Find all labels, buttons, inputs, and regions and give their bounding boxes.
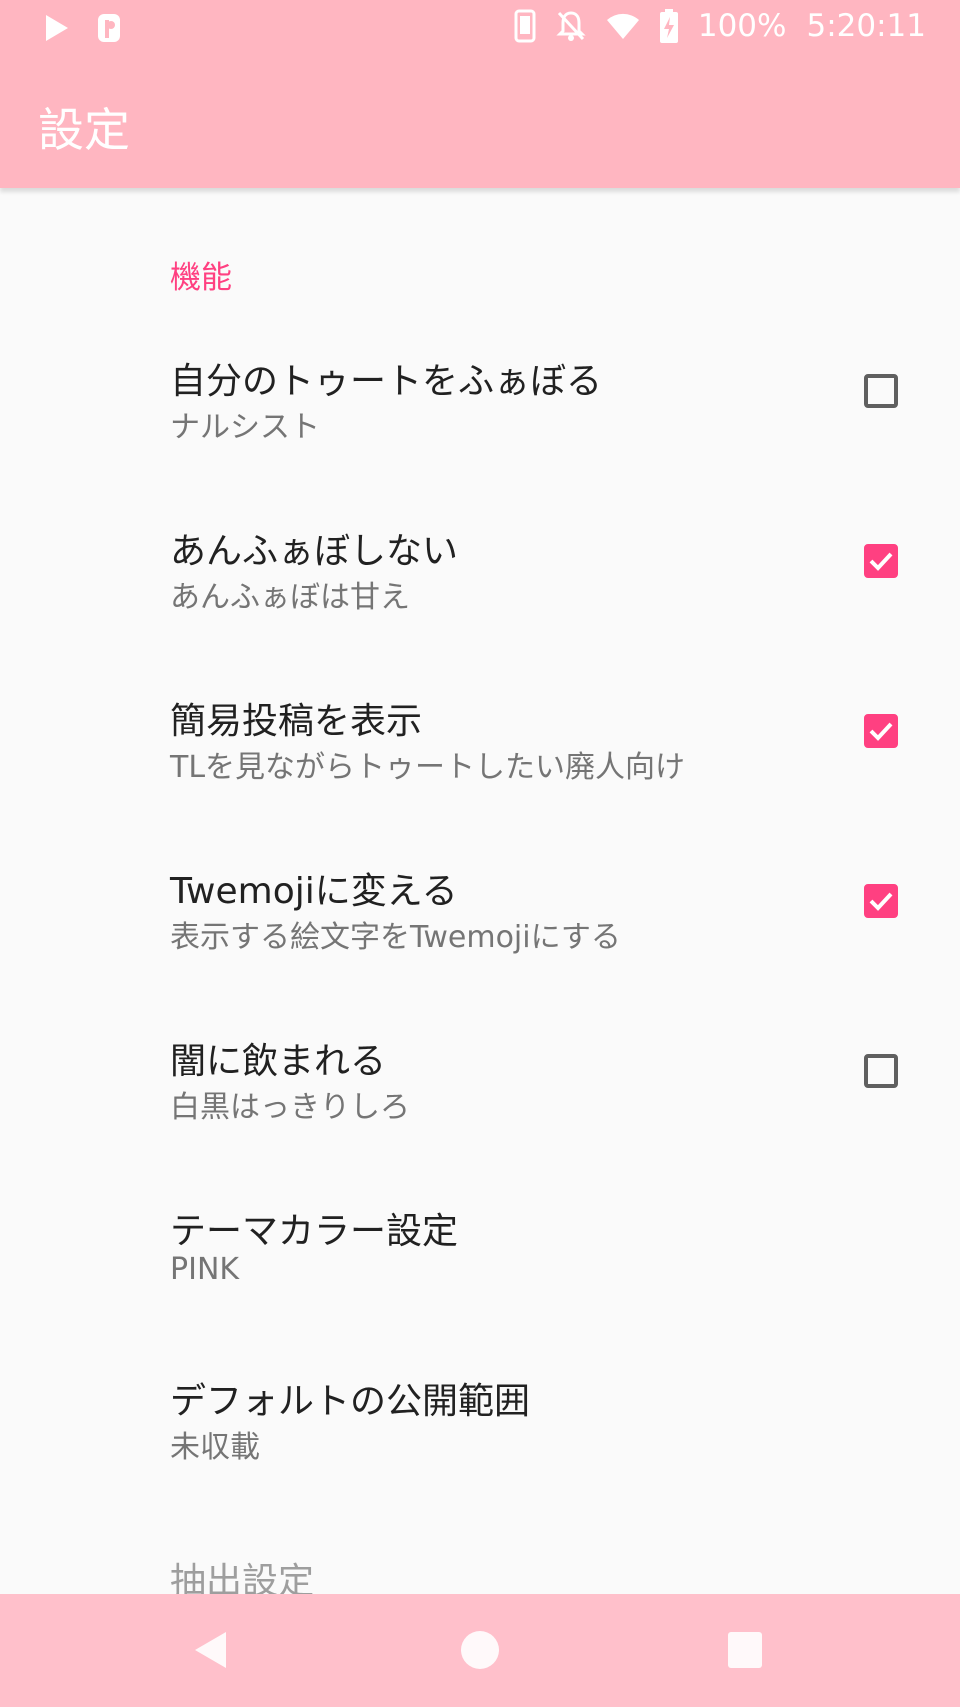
wifi-icon xyxy=(606,13,639,40)
pref-quick-post[interactable]: 簡易投稿を表示 TLを見ながらトゥートしたい廃人向け xyxy=(0,692,960,842)
settings-list[interactable]: 機能 自分のトゥートをふぁぼる ナルシスト あんふぁぼしない あんふぁぼは甘え … xyxy=(0,192,960,1594)
pref-checkbox[interactable] xyxy=(864,884,898,918)
pref-checkbox[interactable] xyxy=(864,374,898,408)
pref-title: 闇に飲まれる xyxy=(170,1041,387,1082)
app-bar: 設定 xyxy=(0,56,960,188)
pref-summary: あんふぁぼは甘え xyxy=(170,580,410,615)
pref-summary: ナルシスト xyxy=(170,410,320,445)
pref-summary: TLを見ながらトゥートしたい廃人向け xyxy=(170,750,686,785)
pref-summary: 未収載 xyxy=(170,1430,260,1465)
home-icon[interactable] xyxy=(460,1630,500,1670)
pref-checkbox[interactable] xyxy=(864,1054,898,1088)
check-icon xyxy=(869,892,893,911)
status-left xyxy=(44,12,122,44)
page-title: 設定 xyxy=(38,103,130,157)
pref-summary: 表示する絵文字をTwemojiにする xyxy=(170,920,621,955)
category-header: 機能 xyxy=(170,260,232,296)
notifications-off-icon xyxy=(556,11,586,41)
pref-title: 自分のトゥートをふぁぼる xyxy=(170,361,603,402)
pref-fav-own-toot[interactable]: 自分のトゥートをふぁぼる ナルシスト xyxy=(0,352,960,502)
play-store-icon xyxy=(46,15,68,41)
clock: 5:20:11 xyxy=(806,8,926,44)
pref-checkbox[interactable] xyxy=(864,544,898,578)
pref-title: デフォルトの公開範囲 xyxy=(170,1381,531,1422)
pref-theme-color[interactable]: テーマカラー設定 PINK xyxy=(0,1202,960,1352)
pref-summary: 白黒はっきりしろ xyxy=(170,1090,410,1125)
pref-filter-settings[interactable]: 抽出設定 xyxy=(170,1552,314,1594)
pref-title: あんふぁぼしない xyxy=(170,531,459,572)
navigation-bar xyxy=(0,1594,960,1707)
pref-title: 簡易投稿を表示 xyxy=(170,701,423,742)
check-icon xyxy=(869,552,893,571)
pref-no-unfav[interactable]: あんふぁぼしない あんふぁぼは甘え xyxy=(0,522,960,672)
pref-title: テーマカラー設定 xyxy=(170,1211,459,1252)
status-bar: 100% 5:20:11 xyxy=(0,0,960,56)
pref-summary: PINK xyxy=(170,1252,240,1287)
p-app-icon xyxy=(98,14,120,42)
pref-title: Twemojiに変える xyxy=(170,871,458,912)
pref-twemoji[interactable]: Twemojiに変える 表示する絵文字をTwemojiにする xyxy=(0,862,960,1012)
battery-charging-icon xyxy=(659,9,678,43)
phone-vibrate-icon xyxy=(514,9,536,43)
pref-dark-mode[interactable]: 闇に飲まれる 白黒はっきりしろ xyxy=(0,1032,960,1182)
status-right: 100% 5:20:11 xyxy=(514,8,926,44)
check-icon xyxy=(869,722,893,741)
back-icon[interactable] xyxy=(192,1630,230,1670)
battery-level: 100% xyxy=(697,8,787,44)
pref-checkbox[interactable] xyxy=(864,714,898,748)
recents-icon[interactable] xyxy=(726,1630,764,1670)
pref-default-visibility[interactable]: デフォルトの公開範囲 未収載 xyxy=(0,1372,960,1522)
